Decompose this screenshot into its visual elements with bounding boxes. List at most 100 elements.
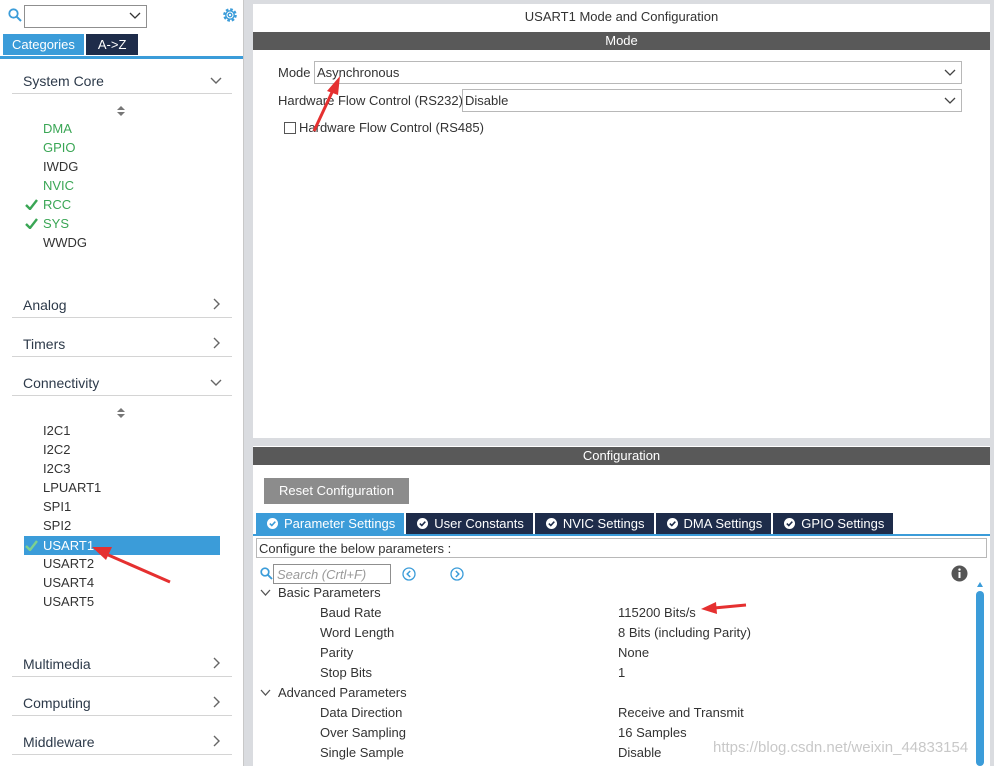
info-icon[interactable] bbox=[951, 565, 968, 582]
section-timers[interactable]: Timers bbox=[12, 331, 232, 357]
ip-search-combo[interactable] bbox=[24, 5, 147, 28]
hw-flow-rs232-label: Hardware Flow Control (RS232) bbox=[278, 93, 463, 108]
tab-label: DMA Settings bbox=[683, 516, 763, 531]
sidebar-item-i2c2[interactable]: I2C2 bbox=[24, 440, 220, 459]
item-label: I2C2 bbox=[43, 442, 71, 457]
param-name: Single Sample bbox=[320, 745, 404, 760]
check-circle-icon bbox=[784, 518, 796, 529]
param-row-word-length[interactable]: Word Length 8 Bits (including Parity) bbox=[253, 623, 973, 643]
parameter-search-input[interactable]: Search (Crtl+F) bbox=[273, 564, 391, 584]
configuration-panel: Configuration Reset Configuration Parame… bbox=[253, 446, 990, 766]
config-description: Configure the below parameters : bbox=[256, 538, 987, 558]
item-label: SPI1 bbox=[43, 499, 72, 514]
item-label: USART2 bbox=[43, 556, 95, 571]
chevron-right-icon bbox=[213, 657, 220, 669]
next-match-icon[interactable] bbox=[450, 567, 464, 581]
hw-flow-rs232-select[interactable]: Disable bbox=[462, 89, 962, 112]
check-circle-icon bbox=[666, 518, 678, 529]
sort-icon[interactable] bbox=[116, 407, 126, 419]
sidebar-item-usart4[interactable]: USART4 bbox=[24, 573, 220, 592]
tab-a-to-z[interactable]: A->Z bbox=[85, 34, 139, 55]
tab-nvic-settings[interactable]: NVIC Settings bbox=[534, 513, 654, 534]
tab-label: Parameter Settings bbox=[284, 516, 396, 531]
sidebar-item-iwdg[interactable]: IWDG bbox=[24, 157, 220, 176]
checkmark-icon bbox=[25, 540, 38, 551]
tab-dma-settings[interactable]: DMA Settings bbox=[655, 513, 772, 534]
watermark: https://blog.csdn.net/weixin_44833154 bbox=[713, 739, 969, 756]
param-row-data-direction[interactable]: Data Direction Receive and Transmit bbox=[253, 703, 973, 723]
reset-configuration-button[interactable]: Reset Configuration bbox=[264, 478, 409, 504]
description-text: Configure the below parameters : bbox=[259, 541, 452, 556]
param-value: Receive and Transmit bbox=[618, 705, 744, 720]
section-middleware[interactable]: Middleware bbox=[12, 729, 232, 755]
item-label: USART5 bbox=[43, 594, 95, 609]
vertical-scrollbar[interactable] bbox=[976, 591, 984, 766]
chevron-down-icon bbox=[944, 97, 956, 104]
sidebar-item-rcc[interactable]: RCC bbox=[24, 195, 220, 214]
chevron-right-icon bbox=[213, 696, 220, 708]
hw-flow-rs485-checkbox[interactable] bbox=[284, 122, 296, 134]
param-row-baud-rate[interactable]: Baud Rate 115200 Bits/s bbox=[253, 603, 973, 623]
mode-value: Asynchronous bbox=[317, 65, 400, 80]
mode-select[interactable]: Asynchronous bbox=[314, 61, 962, 84]
param-name: Baud Rate bbox=[320, 605, 382, 620]
mode-section-bar: Mode bbox=[253, 32, 990, 50]
item-label: SYS bbox=[43, 216, 70, 231]
tab-parameter-settings[interactable]: Parameter Settings bbox=[256, 513, 405, 534]
sidebar-item-spi2[interactable]: SPI2 bbox=[24, 516, 220, 535]
sidebar-item-usart2[interactable]: USART2 bbox=[24, 554, 220, 573]
sidebar-item-usart5[interactable]: USART5 bbox=[24, 592, 220, 611]
gear-icon[interactable] bbox=[221, 6, 239, 24]
param-row-parity[interactable]: Parity None bbox=[253, 643, 973, 663]
sidebar-item-usart1[interactable]: USART1 bbox=[24, 536, 220, 555]
item-label: WWDG bbox=[43, 235, 88, 250]
item-label: I2C1 bbox=[43, 423, 71, 438]
param-name: Stop Bits bbox=[320, 665, 373, 680]
section-connectivity[interactable]: Connectivity bbox=[12, 370, 232, 396]
sidebar-item-dma[interactable]: DMA bbox=[24, 119, 220, 138]
chevron-down-icon[interactable] bbox=[129, 11, 141, 21]
check-circle-icon bbox=[545, 518, 557, 529]
sidebar-item-sys[interactable]: SYS bbox=[24, 214, 220, 233]
item-label: USART4 bbox=[43, 575, 95, 590]
section-system-core[interactable]: System Core bbox=[12, 68, 232, 94]
tab-categories[interactable]: Categories bbox=[3, 34, 84, 55]
chevron-right-icon bbox=[213, 735, 220, 747]
sidebar-item-gpio[interactable]: GPIO bbox=[24, 138, 220, 157]
search-icon bbox=[260, 567, 273, 580]
section-computing[interactable]: Computing bbox=[12, 690, 232, 716]
section-label: System Core bbox=[23, 73, 104, 89]
item-label: GPIO bbox=[43, 140, 76, 155]
group-label: Basic Parameters bbox=[278, 585, 381, 600]
section-analog[interactable]: Analog bbox=[12, 292, 232, 318]
sort-icon[interactable] bbox=[116, 105, 126, 117]
section-multimedia[interactable]: Multimedia bbox=[12, 651, 232, 677]
item-label: I2C3 bbox=[43, 461, 71, 476]
sidebar-item-lpuart1[interactable]: LPUART1 bbox=[24, 478, 220, 497]
item-label: NVIC bbox=[43, 178, 75, 193]
sidebar-item-nvic[interactable]: NVIC bbox=[24, 176, 220, 195]
sidebar-item-i2c3[interactable]: I2C3 bbox=[24, 459, 220, 478]
page-title: USART1 Mode and Configuration bbox=[524, 9, 719, 24]
mode-panel: USART1 Mode and Configuration Mode Mode … bbox=[253, 4, 990, 438]
param-value: None bbox=[618, 645, 650, 660]
param-value: 1 bbox=[618, 665, 626, 680]
item-label: IWDG bbox=[43, 159, 79, 174]
section-label: Connectivity bbox=[23, 375, 100, 391]
scroll-up-icon[interactable] bbox=[976, 581, 984, 589]
section-label: Analog bbox=[23, 297, 67, 313]
sidebar-item-spi1[interactable]: SPI1 bbox=[24, 497, 220, 516]
tab-user-constants[interactable]: User Constants bbox=[406, 513, 533, 534]
sidebar-item-wwdg[interactable]: WWDG bbox=[24, 233, 220, 252]
check-circle-icon bbox=[417, 518, 429, 529]
param-row-stop-bits[interactable]: Stop Bits 1 bbox=[253, 663, 973, 683]
sidebar-item-i2c1[interactable]: I2C1 bbox=[24, 421, 220, 440]
previous-match-icon[interactable] bbox=[402, 567, 416, 581]
chevron-down-icon bbox=[260, 589, 271, 596]
param-value: Disable bbox=[618, 745, 662, 760]
section-label: Multimedia bbox=[23, 656, 91, 672]
chevron-down-icon bbox=[260, 689, 271, 696]
mode-label: Mode bbox=[278, 65, 311, 80]
item-label: RCC bbox=[43, 197, 72, 212]
tab-gpio-settings[interactable]: GPIO Settings bbox=[773, 513, 894, 534]
